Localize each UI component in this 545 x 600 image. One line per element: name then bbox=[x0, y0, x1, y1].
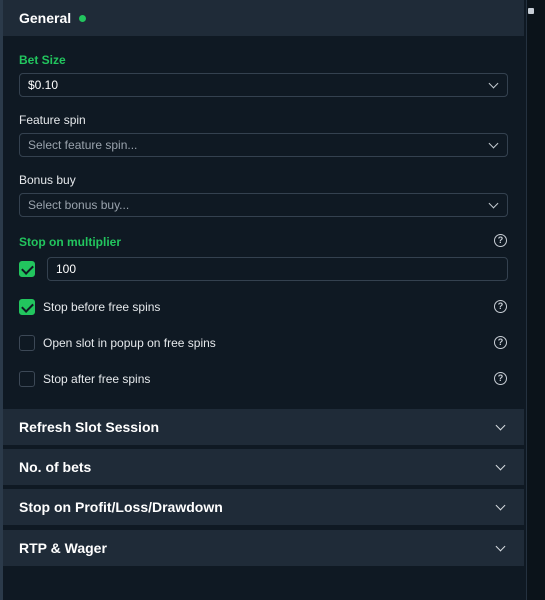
bonus-buy-label: Bonus buy bbox=[19, 173, 76, 187]
open-slot-popup-label: Open slot in popup on free spins bbox=[43, 336, 216, 350]
rtp-wager-header[interactable]: RTP & Wager bbox=[3, 530, 524, 566]
app-frame: General Bet Size $0.10 Feature spin Sele… bbox=[0, 0, 545, 600]
stop-before-free-spins-checkbox[interactable] bbox=[19, 299, 35, 315]
no-of-bets-header[interactable]: No. of bets bbox=[3, 449, 524, 485]
multiplier-value: 100 bbox=[56, 262, 77, 276]
bet-size-value: $0.10 bbox=[28, 78, 59, 92]
help-circle-icon[interactable]: ? bbox=[494, 372, 507, 385]
chevron-down-icon bbox=[495, 460, 506, 471]
rtp-wager-title: RTP & Wager bbox=[19, 540, 107, 556]
general-title: General bbox=[19, 10, 72, 26]
feature-spin-select[interactable]: Select feature spin... bbox=[19, 133, 508, 157]
refresh-slot-session-header[interactable]: Refresh Slot Session bbox=[3, 409, 524, 445]
stop-on-profit-loss-header[interactable]: Stop on Profit/Loss/Drawdown bbox=[3, 489, 524, 525]
chevron-down-icon bbox=[488, 198, 499, 209]
chevron-down-icon bbox=[488, 138, 499, 149]
stop-before-free-spins-label: Stop before free spins bbox=[43, 300, 161, 314]
chevron-down-icon bbox=[488, 78, 499, 89]
settings-panel: General Bet Size $0.10 Feature spin Sele… bbox=[3, 0, 524, 600]
chevron-down-icon bbox=[495, 500, 506, 511]
bet-size-select[interactable]: $0.10 bbox=[19, 73, 508, 97]
no-of-bets-title: No. of bets bbox=[19, 459, 92, 475]
multiplier-input[interactable]: 100 bbox=[47, 257, 508, 281]
help-circle-icon[interactable]: ? bbox=[494, 300, 507, 313]
bet-size-label: Bet Size bbox=[19, 53, 66, 67]
stop-on-multiplier-checkbox[interactable] bbox=[19, 261, 35, 277]
right-side-strip bbox=[526, 0, 545, 600]
open-slot-popup-checkbox[interactable] bbox=[19, 335, 35, 351]
chevron-down-icon bbox=[495, 420, 506, 431]
refresh-slot-session-title: Refresh Slot Session bbox=[19, 419, 160, 435]
feature-spin-label: Feature spin bbox=[19, 113, 86, 127]
stop-after-free-spins-checkbox[interactable] bbox=[19, 371, 35, 387]
bonus-buy-placeholder: Select bonus buy... bbox=[28, 198, 130, 212]
status-dot bbox=[79, 14, 87, 22]
chevron-down-icon bbox=[495, 541, 506, 552]
stop-after-free-spins-label: Stop after free spins bbox=[43, 372, 151, 386]
bonus-buy-select[interactable]: Select bonus buy... bbox=[19, 193, 508, 217]
general-section-header[interactable]: General bbox=[3, 0, 524, 36]
stop-on-profit-loss-title: Stop on Profit/Loss/Drawdown bbox=[19, 499, 223, 515]
help-circle-icon[interactable]: ? bbox=[494, 336, 507, 349]
stop-on-multiplier-label: Stop on multiplier bbox=[19, 235, 121, 249]
feature-spin-placeholder: Select feature spin... bbox=[28, 138, 138, 152]
help-circle-icon[interactable]: ? bbox=[494, 234, 507, 247]
side-strip-icon bbox=[528, 8, 534, 14]
